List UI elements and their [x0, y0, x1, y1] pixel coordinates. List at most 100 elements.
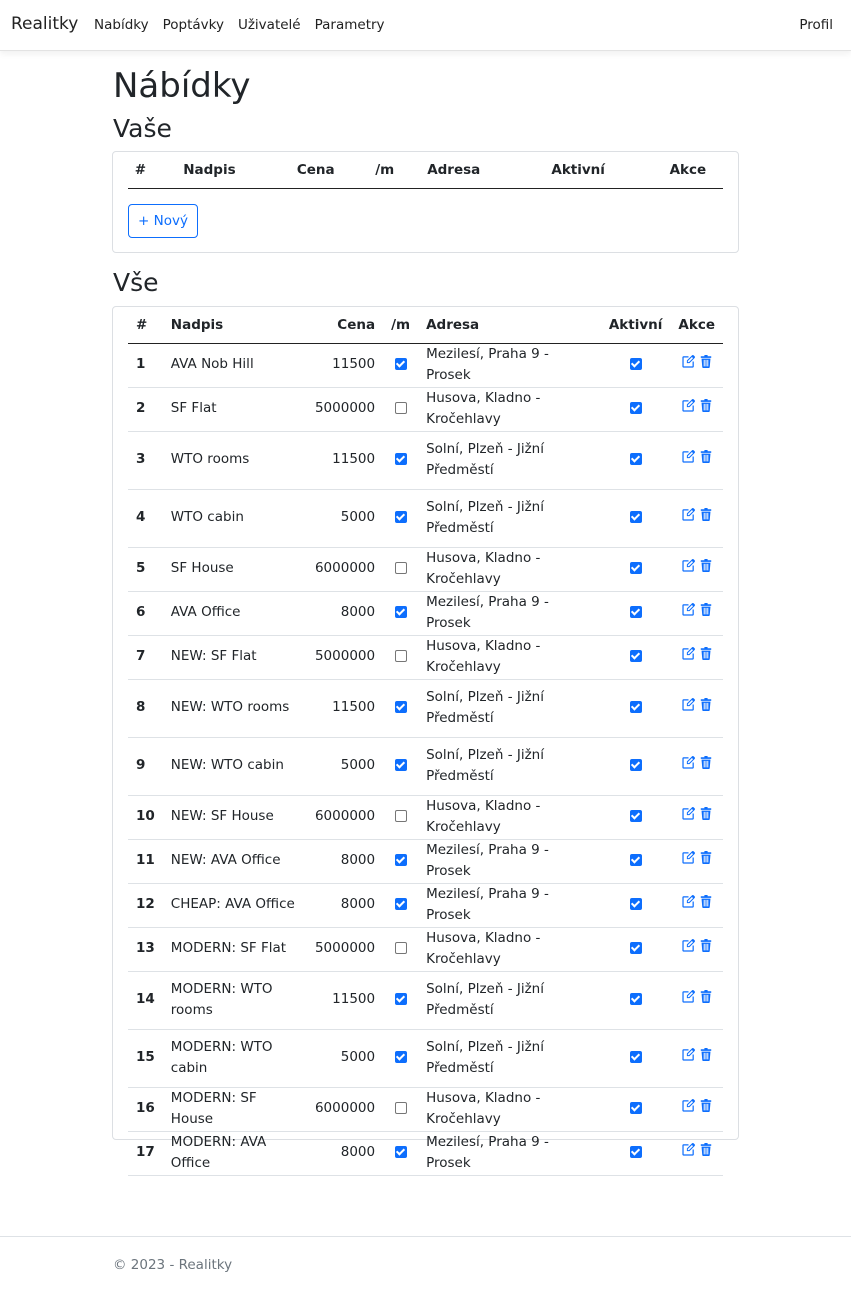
edit-icon[interactable]	[682, 558, 695, 580]
brand-link[interactable]: Realitky	[11, 14, 78, 34]
trash-icon[interactable]	[700, 894, 712, 916]
active-checkbox[interactable]	[629, 942, 642, 955]
edit-icon[interactable]	[682, 398, 695, 420]
trash-icon[interactable]	[700, 646, 712, 668]
nav-link-poptavky[interactable]: Poptávky	[163, 17, 224, 33]
row-active-cell	[600, 489, 671, 548]
per-m-checkbox[interactable]	[394, 1146, 407, 1159]
per-m-checkbox[interactable]	[394, 898, 407, 911]
nav-link-uzivatele[interactable]: Uživatelé	[238, 17, 301, 33]
nav-link-nabidky[interactable]: Nabídky	[94, 17, 149, 33]
per-m-checkbox[interactable]	[394, 650, 407, 663]
per-m-checkbox[interactable]	[394, 1051, 407, 1064]
per-m-checkbox[interactable]	[394, 993, 407, 1006]
new-offer-button[interactable]: + Nový	[128, 204, 198, 238]
edit-icon[interactable]	[682, 697, 695, 719]
per-m-checkbox[interactable]	[394, 1102, 407, 1115]
edit-icon[interactable]	[682, 449, 695, 471]
edit-icon[interactable]	[682, 646, 695, 668]
nav-link-profil[interactable]: Profil	[799, 17, 833, 33]
edit-icon[interactable]	[682, 894, 695, 916]
active-checkbox[interactable]	[629, 650, 642, 663]
per-m-checkbox[interactable]	[394, 511, 407, 524]
row-per-m-cell	[383, 737, 419, 796]
active-checkbox[interactable]	[629, 993, 642, 1006]
edit-icon[interactable]	[682, 602, 695, 624]
active-checkbox[interactable]	[629, 358, 642, 371]
edit-icon[interactable]	[682, 989, 695, 1011]
active-checkbox[interactable]	[629, 606, 642, 619]
trash-icon[interactable]	[700, 558, 712, 580]
edit-icon[interactable]	[682, 354, 695, 376]
row-price: 8000	[303, 883, 384, 928]
active-checkbox[interactable]	[629, 854, 642, 867]
row-actions	[670, 883, 723, 928]
active-checkbox[interactable]	[629, 562, 642, 575]
trash-icon[interactable]	[700, 850, 712, 872]
edit-icon[interactable]	[682, 507, 695, 529]
trash-icon[interactable]	[700, 938, 712, 960]
trash-icon[interactable]	[700, 1047, 712, 1069]
active-checkbox[interactable]	[629, 1146, 642, 1159]
row-id: 5	[128, 547, 163, 592]
per-m-checkbox[interactable]	[394, 453, 407, 466]
active-checkbox[interactable]	[629, 898, 642, 911]
trash-icon[interactable]	[700, 1098, 712, 1120]
row-actions	[670, 1029, 723, 1088]
per-m-checkbox[interactable]	[394, 854, 407, 867]
row-address: Mezilesí, Praha 9 - Prosek	[418, 839, 601, 884]
yours-card: # Nadpis Cena /m Adresa Aktivní Akce + N…	[112, 151, 739, 253]
edit-icon[interactable]	[682, 1142, 695, 1164]
row-title: SF House	[162, 547, 304, 592]
row-active-cell	[600, 737, 671, 796]
per-m-checkbox[interactable]	[394, 358, 407, 371]
row-actions	[670, 387, 723, 432]
edit-icon[interactable]	[682, 938, 695, 960]
trash-icon[interactable]	[700, 398, 712, 420]
edit-icon[interactable]	[682, 1047, 695, 1069]
row-per-m-cell	[383, 1029, 419, 1088]
col-header-id: #	[128, 307, 163, 344]
row-address: Solní, Plzeň - Jižní Předměstí	[418, 737, 601, 796]
trash-icon[interactable]	[700, 989, 712, 1011]
trash-icon[interactable]	[700, 449, 712, 471]
per-m-checkbox[interactable]	[394, 810, 407, 823]
edit-icon[interactable]	[682, 806, 695, 828]
trash-icon[interactable]	[700, 354, 712, 376]
active-checkbox[interactable]	[629, 810, 642, 823]
row-active-cell	[600, 431, 671, 490]
active-checkbox[interactable]	[629, 402, 642, 415]
trash-icon[interactable]	[700, 1142, 712, 1164]
col-header-title: Nadpis	[152, 152, 266, 189]
trash-icon[interactable]	[700, 697, 712, 719]
per-m-checkbox[interactable]	[394, 402, 407, 415]
edit-icon[interactable]	[682, 850, 695, 872]
per-m-checkbox[interactable]	[394, 606, 407, 619]
col-header-id: #	[128, 152, 153, 189]
nav-link-parametry[interactable]: Parametry	[315, 17, 385, 33]
active-checkbox[interactable]	[629, 511, 642, 524]
active-checkbox[interactable]	[629, 701, 642, 714]
col-header-actions: Akce	[670, 307, 723, 344]
active-checkbox[interactable]	[629, 759, 642, 772]
per-m-checkbox[interactable]	[394, 759, 407, 772]
row-id: 4	[128, 489, 163, 548]
active-checkbox[interactable]	[629, 1102, 642, 1115]
table-row: 11 NEW: AVA Office 8000 Mezilesí, Praha 9 -…	[128, 839, 723, 884]
row-address: Mezilesí, Praha 9 - Prosek	[418, 883, 601, 928]
per-m-checkbox[interactable]	[394, 942, 407, 955]
row-address: Husova, Kladno - Kročehlavy	[418, 927, 601, 972]
trash-icon[interactable]	[700, 507, 712, 529]
trash-icon[interactable]	[700, 755, 712, 777]
row-price: 8000	[303, 591, 384, 636]
edit-icon[interactable]	[682, 755, 695, 777]
per-m-checkbox[interactable]	[394, 562, 407, 575]
active-checkbox[interactable]	[629, 453, 642, 466]
active-checkbox[interactable]	[629, 1051, 642, 1064]
row-per-m-cell	[383, 343, 419, 388]
row-active-cell	[600, 635, 671, 680]
trash-icon[interactable]	[700, 806, 712, 828]
per-m-checkbox[interactable]	[394, 701, 407, 714]
edit-icon[interactable]	[682, 1098, 695, 1120]
trash-icon[interactable]	[700, 602, 712, 624]
